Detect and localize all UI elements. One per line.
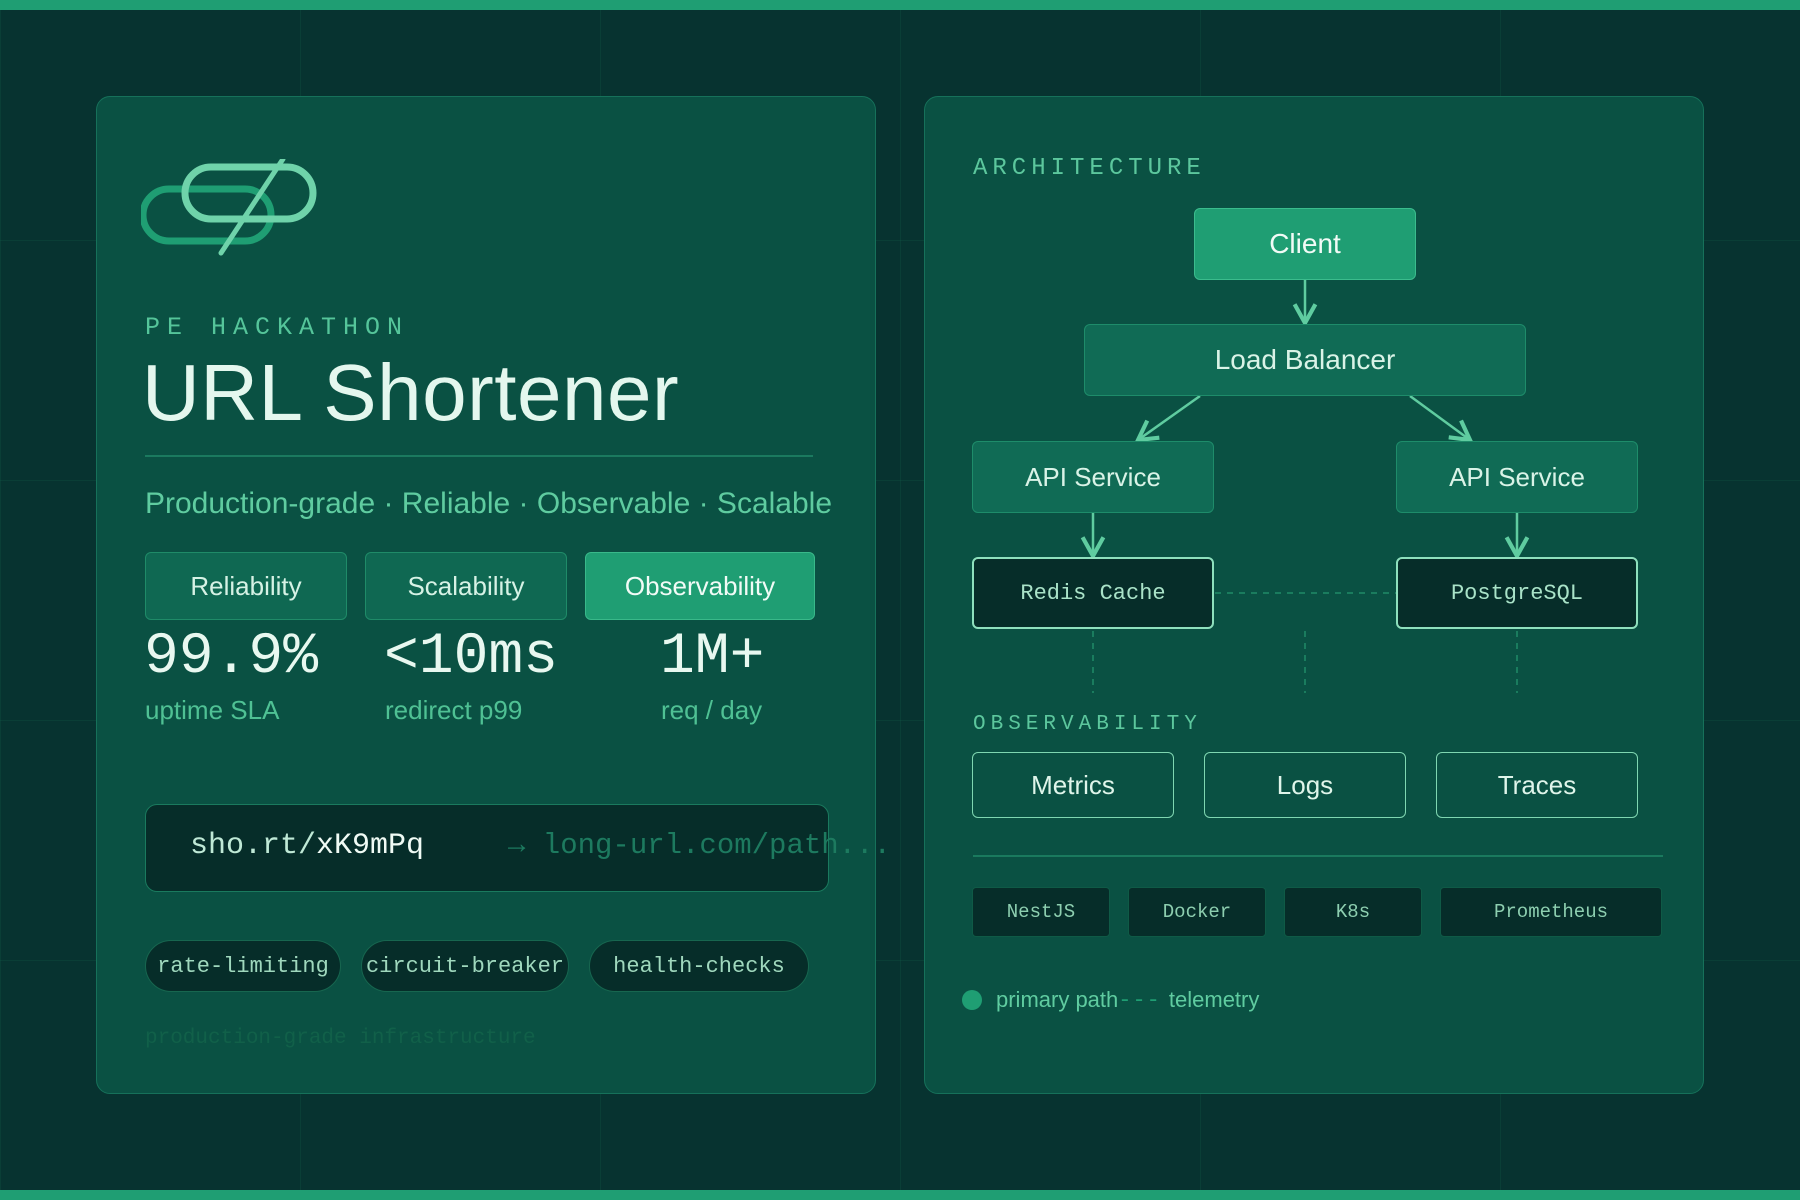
- url-example-bar: sho.rt/xK9mPq → long-url.com/path...: [145, 804, 891, 892]
- tech-nestjs: NestJS: [972, 887, 1110, 937]
- stat-throughput-label: req / day: [661, 695, 763, 725]
- architecture-heading: ARCHITECTURE: [973, 155, 1206, 182]
- primary-path-dot-icon: [962, 990, 982, 1010]
- pillar-reliability[interactable]: Reliability: [145, 552, 347, 620]
- stat-throughput-value: 1M+: [660, 625, 765, 690]
- feature-chip-rate-limiting: rate-limiting: [145, 940, 341, 992]
- top-accent-bar: [0, 0, 1800, 10]
- node-redis-cache: Redis Cache: [972, 557, 1214, 629]
- tech-prometheus: Prometheus: [1440, 887, 1662, 937]
- stat-uptime-value: 99.9%: [144, 625, 319, 690]
- hero-card: PE HACKATHON URL Shortener Production-gr…: [96, 96, 891, 1094]
- stat-latency-label: redirect p99: [385, 695, 523, 725]
- feature-chip-circuit-breaker: circuit-breaker: [361, 940, 569, 992]
- node-api-service-left: API Service: [972, 441, 1214, 513]
- tagline: Production-grade · Reliable · Observable…: [145, 487, 833, 520]
- pillar-scalability[interactable]: Scalability: [365, 552, 567, 620]
- node-api-service-right: API Service: [1396, 441, 1638, 513]
- legend-primary-label: primary path: [996, 987, 1119, 1012]
- obs-metrics: Metrics: [972, 752, 1174, 818]
- architecture-card: ARCHITECTURE Client Load Balancer API Se…: [924, 96, 1704, 1094]
- node-postgresql: PostgreSQL: [1396, 557, 1638, 629]
- diagram-legend: primary path --- telemetry: [962, 985, 1259, 1015]
- pillar-observability[interactable]: Observability: [585, 552, 815, 620]
- short-url-code: xK9mPq: [316, 829, 425, 863]
- obs-logs: Logs: [1204, 752, 1406, 818]
- event-kicker: PE HACKATHON: [145, 313, 410, 342]
- tech-k8s: K8s: [1284, 887, 1422, 937]
- page-title: URL Shortener: [142, 348, 680, 437]
- node-load-balancer: Load Balancer: [1084, 324, 1526, 396]
- node-client: Client: [1194, 208, 1416, 280]
- stat-uptime-label: uptime SLA: [145, 695, 280, 725]
- long-url-target: → long-url.com/path...: [508, 829, 891, 862]
- stat-latency-value: <10ms: [384, 625, 559, 690]
- short-url: sho.rt/xK9mPq: [190, 829, 424, 863]
- stack-divider: [973, 855, 1663, 857]
- obs-traces: Traces: [1436, 752, 1638, 818]
- legend-telemetry-label: telemetry: [1168, 987, 1260, 1012]
- footnote: production-grade infrastructure: [145, 1027, 536, 1050]
- legend-telemetry-dash: ---: [1118, 987, 1161, 1013]
- edge-lb-api-left: [1138, 394, 1201, 440]
- short-url-domain: sho.rt/: [190, 829, 317, 863]
- link-icon: [141, 159, 317, 256]
- tech-docker: Docker: [1128, 887, 1266, 937]
- title-divider: [145, 455, 813, 457]
- observability-heading: OBSERVABILITY: [973, 713, 1202, 736]
- bottom-accent-bar: [0, 1190, 1800, 1200]
- feature-chip-health-checks: health-checks: [589, 940, 809, 992]
- edge-lb-api-right: [1409, 394, 1470, 440]
